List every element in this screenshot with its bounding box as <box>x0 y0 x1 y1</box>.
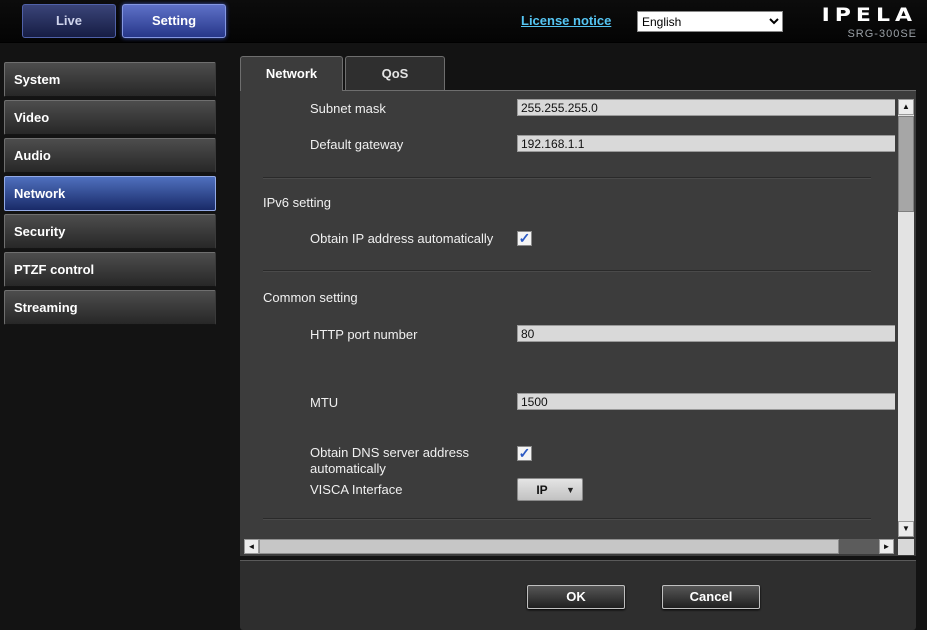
sidebar-item-network[interactable]: Network <box>4 176 216 211</box>
live-button[interactable]: Live <box>22 4 116 38</box>
mtu-input[interactable] <box>517 393 895 410</box>
scroll-right-icon[interactable]: ► <box>879 539 894 554</box>
top-bar: Live Setting License notice English IPEL… <box>0 0 927 43</box>
sidebar-item-system[interactable]: System <box>4 62 216 97</box>
check-icon: ✓ <box>519 230 531 246</box>
visca-interface-dropdown[interactable]: IP ▼ <box>517 478 583 501</box>
action-bar: OK Cancel <box>240 560 916 630</box>
scrollbar-corner <box>898 539 914 555</box>
setting-button[interactable]: Setting <box>122 4 226 38</box>
scroll-up-icon[interactable]: ▲ <box>898 99 914 115</box>
horizontal-scrollbar[interactable]: ◄ ► <box>244 539 894 554</box>
http-port-input[interactable] <box>517 325 895 342</box>
divider <box>263 518 871 519</box>
obtain-ip-checkbox[interactable]: ✓ <box>517 231 532 246</box>
vertical-scrollbar[interactable]: ▲ ▼ <box>898 99 914 537</box>
sidebar: System Video Audio Network Security PTZF… <box>4 62 216 328</box>
check-icon: ✓ <box>519 445 531 461</box>
visca-interface-label: VISCA Interface <box>310 482 403 498</box>
divider <box>263 270 871 271</box>
license-notice-link[interactable]: License notice <box>521 13 611 28</box>
sidebar-item-streaming[interactable]: Streaming <box>4 290 216 325</box>
sidebar-item-security[interactable]: Security <box>4 214 216 249</box>
tab-qos[interactable]: QoS <box>345 56 445 91</box>
ipv6-section-title: IPv6 setting <box>263 195 331 210</box>
brand-logo: IPELA <box>822 5 917 26</box>
mtu-label: MTU <box>310 395 338 411</box>
brand-block: IPELA SRG-300SE <box>822 5 917 40</box>
obtain-ip-label: Obtain IP address automatically <box>310 231 510 247</box>
http-port-label: HTTP port number <box>310 327 417 343</box>
scroll-down-icon[interactable]: ▼ <box>898 521 914 537</box>
subnet-mask-input[interactable] <box>517 99 895 116</box>
default-gateway-input[interactable] <box>517 135 895 152</box>
divider <box>263 177 871 178</box>
common-section-title: Common setting <box>263 290 358 305</box>
network-settings-panel: Subnet mask Default gateway IPv6 setting… <box>240 90 916 556</box>
tab-network[interactable]: Network <box>240 56 343 91</box>
cancel-button[interactable]: Cancel <box>662 585 760 609</box>
horizontal-scrollbar-thumb[interactable] <box>259 539 839 554</box>
sidebar-item-video[interactable]: Video <box>4 100 216 135</box>
subnet-mask-label: Subnet mask <box>310 101 386 117</box>
sidebar-item-audio[interactable]: Audio <box>4 138 216 173</box>
model-label: SRG-300SE <box>822 28 917 40</box>
vertical-scrollbar-thumb[interactable] <box>898 116 914 212</box>
sidebar-item-ptzf-control[interactable]: PTZF control <box>4 252 216 287</box>
obtain-dns-label: Obtain DNS server address automatically <box>310 445 520 477</box>
language-select[interactable]: English <box>637 11 783 32</box>
ok-button[interactable]: OK <box>527 585 625 609</box>
default-gateway-label: Default gateway <box>310 137 403 153</box>
scroll-left-icon[interactable]: ◄ <box>244 539 259 554</box>
visca-interface-value: IP <box>518 483 566 497</box>
camera-settings-page: Live Setting License notice English IPEL… <box>0 0 927 630</box>
obtain-dns-checkbox[interactable]: ✓ <box>517 446 532 461</box>
chevron-down-icon: ▼ <box>566 485 582 495</box>
